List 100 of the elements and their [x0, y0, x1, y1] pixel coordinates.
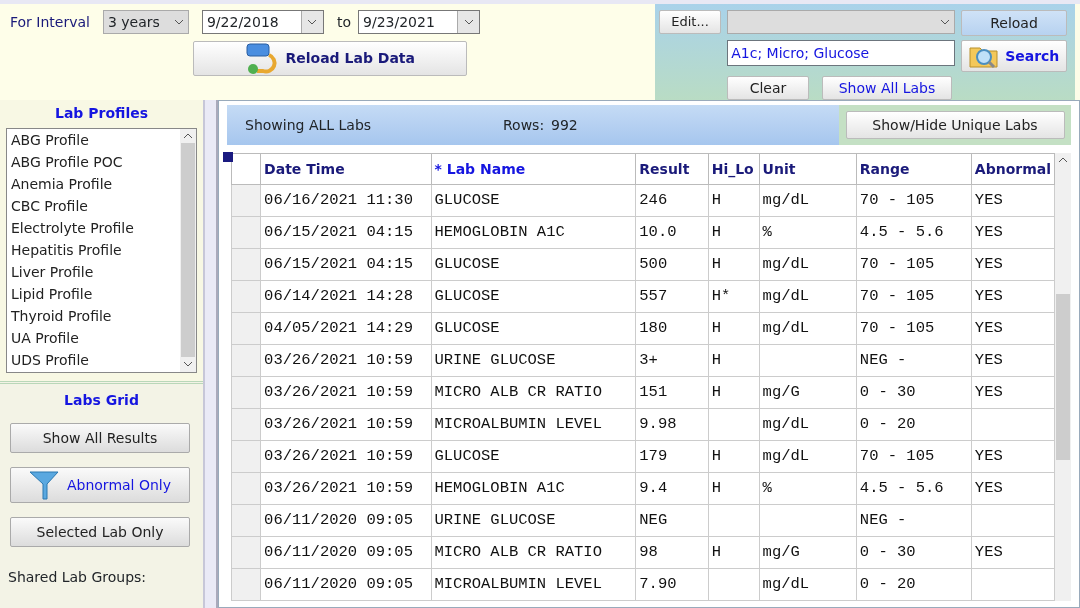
table-cell: 70 - 105 [856, 184, 972, 217]
row-header[interactable] [231, 248, 261, 281]
reload-button[interactable]: Reload [961, 10, 1067, 36]
table-cell: H [708, 376, 760, 409]
table-cell: GLUCOSE [431, 184, 636, 217]
profile-item[interactable]: UA Profile [7, 326, 180, 349]
column-header[interactable]: Result [635, 153, 709, 185]
table-cell: YES [971, 312, 1055, 345]
column-header[interactable]: Unit [759, 153, 857, 185]
row-header[interactable] [231, 280, 261, 313]
profile-item[interactable]: ABG Profile POC [7, 150, 180, 173]
column-header[interactable]: Date Time [260, 153, 431, 185]
table-cell: YES [971, 280, 1055, 313]
table-cell: NEG [635, 504, 709, 537]
table-cell: NEG - [856, 344, 972, 377]
table-cell: H [708, 248, 760, 281]
interval-label: For Interval [10, 12, 90, 32]
table-cell: 151 [635, 376, 709, 409]
column-header[interactable]: Hi_Lo [708, 153, 760, 185]
select-all-icon[interactable] [223, 152, 233, 162]
group-dropdown[interactable] [727, 10, 955, 34]
table-cell: mg/dL [759, 280, 857, 313]
table-cell: 4.5 - 5.6 [856, 472, 972, 505]
table-cell: YES [971, 440, 1055, 473]
table-cell: 06/16/2021 11:30 [260, 184, 431, 217]
table-cell: 03/26/2021 10:59 [260, 440, 431, 473]
scroll-down-icon[interactable] [183, 360, 193, 369]
row-header[interactable] [231, 504, 261, 537]
scroll-up-icon[interactable] [183, 131, 193, 140]
table-cell: MICROALBUMIN LEVEL [431, 408, 636, 441]
table-cell: 3+ [635, 344, 709, 377]
table-cell: H [708, 184, 760, 217]
show-all-labs-button[interactable]: Show All Labs [822, 76, 952, 100]
table-cell: 06/14/2021 14:28 [260, 280, 431, 313]
row-header[interactable] [231, 312, 261, 345]
interval-dropdown[interactable]: 3 years [102, 10, 189, 34]
row-header[interactable] [231, 408, 261, 441]
profile-item[interactable]: Electrolyte Profile [7, 216, 180, 239]
filter-button[interactable]: Show All Results [10, 423, 190, 453]
column-header[interactable]: * Lab Name [431, 153, 636, 185]
table-cell: 9.4 [635, 472, 709, 505]
reload-lab-data-button[interactable]: Reload Lab Data [193, 41, 467, 76]
table-cell: MICRO ALB CR RATIO [431, 376, 636, 409]
profiles-list[interactable]: ABG Profile ABG Profile POC Anemia Profile CBC Profile Electrolyte Profile Hepatitis Profile Liver Profile Lipid Profile Thyroid Profile UA Profile UDS Profile [6, 127, 197, 373]
caret-icon [173, 19, 184, 25]
show-hide-unique-labs-button[interactable]: Show/Hide Unique Labs [845, 111, 1065, 139]
table-cell: mg/dL [759, 312, 857, 345]
profile-item[interactable]: Anemia Profile [7, 172, 180, 195]
row-header[interactable] [231, 184, 261, 217]
table-cell: mg/dL [759, 440, 857, 473]
table-cell: % [759, 472, 857, 505]
table-cell: 06/15/2021 04:15 [260, 216, 431, 249]
profile-item[interactable]: Liver Profile [7, 260, 180, 283]
row-header[interactable] [231, 568, 261, 601]
date-field[interactable]: 9/22/2018 [201, 10, 324, 34]
table-cell: HEMOGLOBIN A1C [431, 472, 636, 505]
column-header[interactable]: Abnormal [971, 153, 1055, 185]
table-cell: 03/26/2021 10:59 [260, 376, 431, 409]
row-header[interactable] [231, 376, 261, 409]
table-cell: 04/05/2021 14:29 [260, 312, 431, 345]
filter-button[interactable]: Selected Lab Only [10, 517, 190, 547]
abnormal-only-button[interactable]: Abnormal Only [10, 467, 190, 503]
table-cell: H [708, 312, 760, 345]
table-cell: mg/dL [759, 248, 857, 281]
row-header[interactable] [231, 344, 261, 377]
table-cell: YES [971, 376, 1055, 409]
profile-item[interactable]: Lipid Profile [7, 282, 180, 305]
profile-item[interactable]: Hepatitis Profile [7, 238, 180, 261]
table-cell: 06/11/2020 09:05 [260, 536, 431, 569]
edit-button[interactable]: Edit... [659, 10, 721, 34]
column-header[interactable]: Range [856, 153, 972, 185]
table-cell: mg/dL [759, 408, 857, 441]
search-field[interactable]: A1c; Micro; Glucose [727, 40, 955, 66]
table-cell: 500 [635, 248, 709, 281]
table-cell: 0 - 30 [856, 536, 972, 569]
profile-item[interactable]: UDS Profile [7, 348, 180, 371]
scrollbar-thumb[interactable] [181, 143, 195, 357]
to-label: to [336, 12, 351, 32]
scroll-up-icon[interactable] [1058, 156, 1069, 165]
row-header[interactable] [231, 472, 261, 505]
panel-title: Labs Grid [63, 391, 140, 410]
table-cell: 70 - 105 [856, 248, 972, 281]
table-cell: 10.0 [635, 216, 709, 249]
row-header[interactable] [231, 536, 261, 569]
table-cell: YES [971, 536, 1055, 569]
search-button[interactable]: Search [961, 40, 1067, 72]
row-header[interactable] [231, 440, 261, 473]
table-cell: 06/11/2020 09:05 [260, 504, 431, 537]
scrollbar-thumb[interactable] [1056, 293, 1071, 460]
row-header[interactable] [231, 216, 261, 249]
splitter-bar[interactable] [205, 100, 218, 608]
date-field[interactable]: 9/23/2021 [358, 10, 480, 34]
table-cell: GLUCOSE [431, 280, 636, 313]
profile-item[interactable]: Thyroid Profile [7, 304, 180, 327]
clear-button[interactable]: Clear [727, 76, 809, 100]
table-cell: 557 [635, 280, 709, 313]
profile-item[interactable]: ABG Profile [7, 128, 180, 151]
funnel-icon [28, 469, 59, 501]
table-cell: YES [971, 472, 1055, 505]
profile-item[interactable]: CBC Profile [7, 194, 180, 217]
